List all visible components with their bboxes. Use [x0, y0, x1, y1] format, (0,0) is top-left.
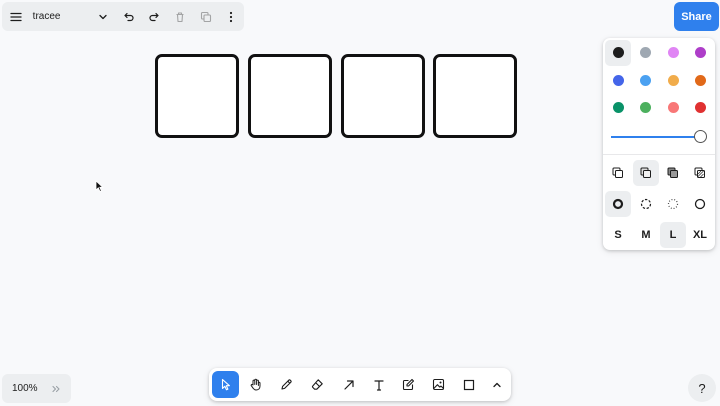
style-panel: S M L XL	[603, 38, 715, 250]
main-menu-panel: tracee	[2, 2, 244, 31]
help-button[interactable]: ?	[688, 374, 716, 402]
redo-icon[interactable]	[141, 4, 167, 30]
fill-none-icon[interactable]	[605, 160, 631, 186]
canvas-rectangle[interactable]	[433, 54, 517, 138]
more-vertical-icon[interactable]	[218, 4, 244, 30]
size-s-button[interactable]: S	[605, 222, 631, 248]
expand-minimap-icon[interactable]	[46, 376, 66, 402]
color-swatch[interactable]	[612, 74, 624, 86]
canvas-rectangle[interactable]	[248, 54, 332, 138]
note-icon[interactable]	[395, 371, 422, 398]
chevron-down-icon[interactable]	[90, 4, 116, 30]
select-icon[interactable]	[212, 371, 239, 398]
size-l-button[interactable]: L	[660, 222, 686, 248]
opacity-slider-track[interactable]	[611, 136, 701, 138]
fill-semi-icon[interactable]	[633, 160, 659, 186]
color-swatch[interactable]	[667, 46, 679, 58]
pencil-icon[interactable]	[273, 371, 300, 398]
zoom-level[interactable]: 100%	[12, 383, 42, 394]
chevron-up-icon[interactable]	[483, 371, 510, 398]
zoom-panel: 100%	[2, 374, 71, 403]
hand-icon[interactable]	[242, 371, 269, 398]
dash-draw-icon[interactable]	[605, 191, 631, 217]
canvas-rectangle[interactable]	[155, 54, 239, 138]
color-swatch[interactable]	[639, 101, 651, 113]
dash-dotted-icon[interactable]	[660, 191, 686, 217]
color-swatch[interactable]	[694, 46, 706, 58]
page-name[interactable]: tracee	[33, 11, 84, 22]
color-swatch[interactable]	[667, 74, 679, 86]
image-icon[interactable]	[425, 371, 452, 398]
color-swatch[interactable]	[639, 74, 651, 86]
fill-pattern-icon[interactable]	[687, 160, 713, 186]
arrow-icon[interactable]	[335, 371, 362, 398]
size-m-button[interactable]: M	[633, 222, 659, 248]
undo-icon[interactable]	[116, 4, 142, 30]
color-swatch[interactable]	[639, 46, 651, 58]
trash-icon[interactable]	[167, 4, 193, 30]
share-button[interactable]: Share	[674, 2, 719, 31]
text-icon[interactable]	[365, 371, 392, 398]
menu-icon[interactable]	[3, 4, 29, 30]
duplicate-icon[interactable]	[193, 4, 219, 30]
color-swatch[interactable]	[612, 101, 624, 113]
canvas-rectangle[interactable]	[341, 54, 425, 138]
fill-solid-icon[interactable]	[660, 160, 686, 186]
size-xl-button[interactable]: XL	[687, 222, 713, 248]
color-swatch[interactable]	[612, 46, 624, 58]
color-swatch[interactable]	[694, 74, 706, 86]
mouse-cursor-icon	[95, 180, 104, 193]
dash-solid-icon[interactable]	[687, 191, 713, 217]
bottom-toolbar	[209, 368, 511, 401]
color-swatch[interactable]	[667, 101, 679, 113]
panel-divider	[603, 154, 715, 155]
rectangle-icon[interactable]	[455, 371, 482, 398]
eraser-icon[interactable]	[304, 371, 331, 398]
opacity-slider-thumb[interactable]	[694, 130, 707, 143]
dash-dashed-icon[interactable]	[633, 191, 659, 217]
color-swatch[interactable]	[694, 101, 706, 113]
